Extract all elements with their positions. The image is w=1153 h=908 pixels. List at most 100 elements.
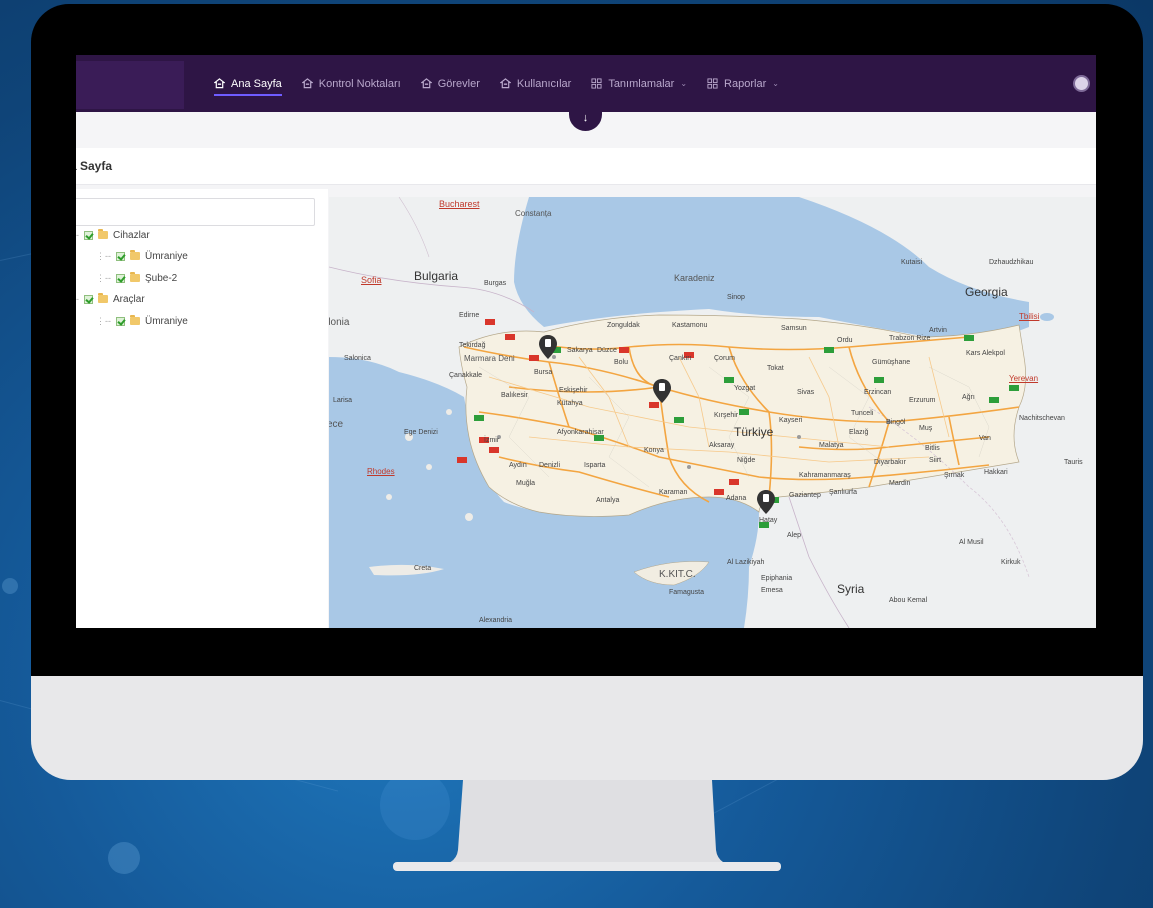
map-label-city: Siirt [929,457,942,464]
tree-node[interactable]: ⋮-- Ümraniye [96,314,188,328]
tree-search-input[interactable] [76,198,315,226]
map-link-bucharest[interactable]: Bucharest [439,199,480,209]
map-pin-icon [659,383,665,391]
adana-marker[interactable] [756,489,776,515]
map-label-city: Aksaray [709,442,735,449]
ankara-marker[interactable] [652,378,672,404]
tree-node-label: Şube-2 [145,272,178,284]
checkbox-checked-icon[interactable] [116,251,125,261]
map-label-city: Kastamonu [672,322,708,329]
map-label-city: Bursa [534,369,553,376]
folder-icon [130,272,140,282]
map-label-country: Georgia [965,285,1008,299]
nav-item-kullanicilar[interactable]: Kullanıcılar [499,55,572,112]
istanbul-marker[interactable] [538,334,558,360]
map-label-city: Eskişehir [559,387,588,394]
tree-node[interactable]: - Araçlar [76,292,145,306]
map-label-city: Sakarya [567,347,593,354]
tree-node-label: Cihazlar [113,229,150,241]
map-label-city: Nachitschevan [1019,415,1065,422]
map-label-city: Yozgat [734,385,756,392]
checkbox-checked-icon[interactable] [84,294,93,304]
map-canvas [329,197,1096,628]
map-label-city: Afyonkarahisar [557,429,604,436]
map-label-city: Malatya [819,442,844,449]
home-icon [214,78,225,89]
page-title: a Sayfa [76,159,113,173]
map-label-city: Larisa [333,397,353,404]
map-label-city: Abou Kemal [889,597,928,604]
map-label-city: Elazığ [849,429,869,436]
map-label-city: Tekirdağ [459,342,486,349]
map-link-rhodes[interactable]: Rhodes [367,467,395,476]
map-label-city: Sinop [727,294,745,301]
map-label-city: Ağrı [962,394,975,401]
tree-connector: ⋮-- [96,250,111,261]
map-label-city: Tokat [767,365,784,372]
map-label-city: Edirne [459,312,480,319]
checkbox-checked-icon[interactable] [116,316,125,326]
map-label-city: Dzhaudzhikau [989,259,1034,266]
nav-item-tanimlamalar[interactable]: Tanımlamalar ⌄ [591,55,687,112]
map-label-city: Samsun [781,325,807,332]
map-label-city: Diyarbakır [874,459,906,466]
map-label-city: Bitlis [925,445,940,452]
map-label-city: Famagusta [669,589,705,596]
map-pin-icon [763,494,769,502]
map-label-city: Tauris [1064,459,1083,466]
tree-node[interactable]: ⋮-- Şube-2 [96,271,177,285]
nav-item-label: Görevler [437,77,480,90]
map-label-city: Van [979,435,991,442]
map-label-city: Burgas [484,280,507,287]
map-label-city: Sivas [797,389,815,396]
map-label-city: Isparta [584,462,606,469]
nav-item-label: Kullanıcılar [516,77,572,90]
map-link-tbilisi[interactable]: Tbilisi [1019,312,1039,321]
map-link-yerevan[interactable]: Yerevan [1009,374,1038,383]
map-label-city: Erzincan [864,389,892,396]
map-label-city: Mardin [889,480,911,487]
map-label-sea: Karadeniz [674,273,715,283]
checkbox-checked-icon[interactable] [84,230,93,240]
map-label-city: Çankırı [669,355,692,362]
map-label-city: Alep [787,532,802,539]
lake [1040,313,1054,321]
folder-icon [130,250,140,260]
map-label-city: Alexandria [479,617,513,624]
folder-icon [98,293,108,303]
map-label-country: K.KIT.C. [659,569,696,580]
map-label-city: Çorum [714,355,736,362]
map-view[interactable]: Bucharest Constanța Sofia Bulgaria Burga… [329,197,1096,628]
brand-logo-area[interactable] [76,61,184,109]
nav-item-ana-sayfa[interactable]: Ana Sayfa [214,55,282,112]
nav-item-label: Tanımlamalar [608,77,675,90]
map-label-city: Emesa [761,587,783,594]
checkbox-checked-icon[interactable] [116,273,125,283]
map-label-city: Al Lazikiyah [727,559,765,566]
map-label-sea: Marmara Deni [464,354,515,363]
map-label-city: Bingöl [886,419,906,426]
map-link-sofia[interactable]: Sofia [361,275,382,285]
map-label-city: Kayseri [779,417,803,424]
map-label-city: Erzurum [909,397,936,404]
map-label-city: Bolu [614,359,629,366]
map-label-city: Şanlıurfa [829,489,858,496]
map-pin-icon [545,339,551,347]
folder-icon [130,315,140,325]
nav-item-gorevler[interactable]: Görevler [420,55,480,112]
map-label-city: Trabzon Rize [889,335,931,342]
nav-item-raporlar[interactable]: Raporlar ⌄ [707,55,779,112]
map-label-city: Düzce [597,347,617,354]
app-screen: Ana Sayfa Kontrol Noktaları Görevler Kul… [76,55,1096,628]
map-label-city: Kırşehir [714,412,739,419]
user-avatar-icon[interactable] [1073,75,1090,92]
map-label-city: Al Musil [959,539,984,546]
chevron-down-icon: ⌄ [772,79,779,88]
map-label-city: Tunceli [851,410,874,417]
tree-node[interactable]: ⋮-- Ümraniye [96,249,188,263]
map-label-city: Epiphania [761,575,793,582]
tree-node[interactable]: - Cihazlar [76,228,150,242]
nav-item-kontrol-noktalari[interactable]: Kontrol Noktaları [301,55,401,112]
grid-icon [591,78,602,89]
map-label-city: Konya [644,447,664,454]
